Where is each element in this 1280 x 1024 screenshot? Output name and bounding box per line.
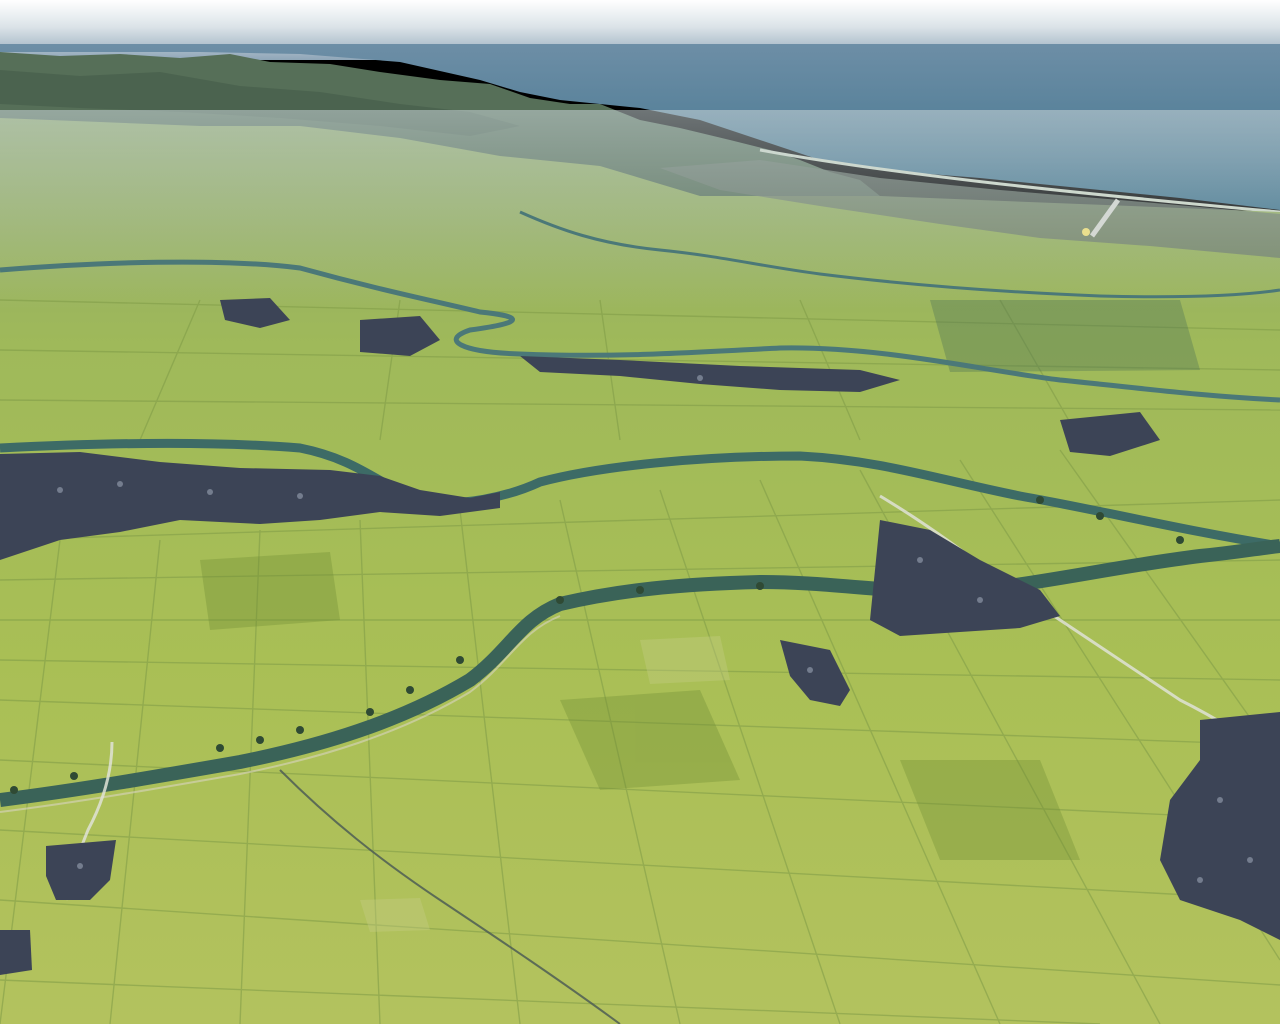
village-tiny	[0, 930, 32, 975]
simulator-viewport[interactable]	[0, 0, 1280, 1024]
atmospheric-haze	[0, 110, 1280, 310]
aerial-terrain-scene	[0, 0, 1280, 1024]
